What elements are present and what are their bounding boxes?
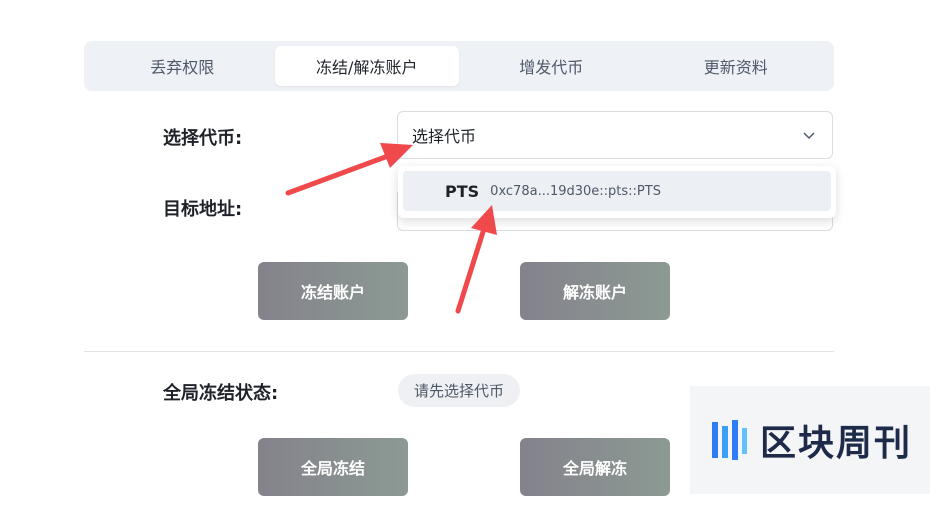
tab-bar: 丢弃权限 冻结/解冻账户 增发代币 更新资料 [84,41,834,91]
global-status-label: 全局冻结状态: [163,383,279,404]
token-dropdown: PTS 0xc78a...19d30e::pts::PTS [398,166,836,218]
tab-update-info[interactable]: 更新资料 [644,46,829,86]
watermark-logo-icon [711,420,747,460]
watermark-text: 区块周刊 [759,423,912,464]
tab-drop-permission[interactable]: 丢弃权限 [90,46,275,86]
watermark: 区块周刊 [690,386,930,494]
global-unfreeze-button[interactable]: 全局解冻 [520,438,670,496]
token-select-label: 选择代币: [163,128,243,149]
section-divider [84,351,834,352]
unfreeze-account-button[interactable]: 解冻账户 [520,262,670,320]
token-select-value: 选择代币 [412,127,477,146]
global-status-badge: 请先选择代币 [398,374,521,407]
arrow-to-select-icon [285,143,413,196]
tab-freeze-unfreeze[interactable]: 冻结/解冻账户 [274,46,459,86]
tab-mint-token[interactable]: 增发代币 [459,46,644,86]
dropdown-option-pts[interactable]: PTS 0xc78a...19d30e::pts::PTS [403,171,831,211]
freeze-account-button[interactable]: 冻结账户 [258,262,408,320]
option-address: 0xc78a...19d30e::pts::PTS [490,183,661,199]
global-freeze-button[interactable]: 全局冻结 [258,438,408,496]
token-select[interactable]: 选择代币 [397,111,833,159]
address-label: 目标地址: [163,199,243,220]
chevron-down-icon [803,132,815,140]
option-symbol: PTS [445,181,480,201]
